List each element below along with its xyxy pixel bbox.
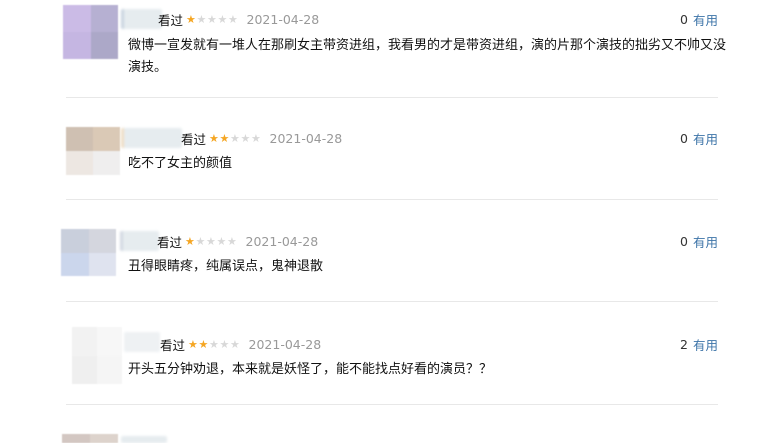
username[interactable] [121,128,182,148]
star-icon: ★ [230,131,240,145]
star-icon: ★ [228,12,238,26]
star-icon: ★ [206,234,216,248]
watch-status: 看过 [157,234,183,250]
star-icon: ★ [217,12,228,26]
star-icon: ★ [251,131,261,145]
comment-item: 看过 ★ ★ ★ ★ ★ 2021-04-28 0 有用 微博一宣发就有一堆人在那刷女主… [0,0,760,97]
rating-stars: ★ ★ ★ ★ ★ [185,236,238,247]
useful-button[interactable]: 有用 [693,335,718,354]
star-icon: ★ [209,337,219,351]
star-icon: ★ [195,234,206,248]
useful-button[interactable]: 有用 [693,232,718,251]
avatar[interactable] [61,229,116,276]
watch-status: 看过 [160,337,186,353]
vote-block: 0 有用 [680,9,718,29]
vote-block: 0 有用 [680,231,718,251]
comment-meta: 看过 ★ ★ ★ ★ ★ 2021-04-28 [158,9,319,29]
comment-item: 看过 ★ ★ ★ ★ ★ 2021-04-28 2 有用 开头五分钟劝退，本来就是妖怪了… [0,302,760,403]
star-icon: ★ [227,234,237,248]
comment-text: 开头五分钟劝退，本来就是妖怪了，能不能找点好看的演员？？ [128,362,493,377]
comment-text: 丑得眼睛疼，纯属误点，鬼神退散 [128,259,324,274]
vote-count: 0 [680,11,688,27]
comment-meta: 看过 ★ ★ ★ ★ ★ 2021-04-28 [160,334,321,354]
comment-text: 吃不了女主的颜值 [128,156,233,171]
comment-meta: 看过 ★ ★ ★ ★ ★ 2021-04-28 [157,231,318,251]
star-icon: ★ [219,337,230,351]
star-icon: ★ [230,337,240,351]
watch-status: 看过 [158,12,184,28]
avatar[interactable] [66,127,120,175]
useful-button[interactable]: 有用 [693,129,718,148]
comment-item: 看过 ★ ★ ★ ★ ★ 2021-04-28 0 有用 吃不了女主的颜值 [0,98,760,198]
comment-date: 2021-04-28 [269,130,343,146]
comment-date: 2021-04-28 [248,336,322,352]
star-icon: ★ [207,12,217,26]
avatar[interactable] [62,434,118,443]
star-icon: ★ [196,12,207,26]
vote-count: 0 [680,130,688,146]
vote-count: 2 [680,336,688,352]
comment-item: 看过 ★ ★ ★ ★ ★ 2021-04-28 0 有用 丑得眼睛疼，纯属误点，鬼神退散 [0,200,760,300]
star-icon: ★ [186,12,196,26]
avatar[interactable] [72,327,122,384]
username[interactable] [120,231,159,251]
comment-item-partial [0,405,760,443]
username[interactable] [124,332,160,352]
star-icon: ★ [188,337,198,351]
vote-count: 0 [680,233,688,249]
comment-date: 2021-04-28 [245,233,319,249]
vote-block: 2 有用 [680,334,718,354]
star-icon: ★ [198,337,209,351]
star-icon: ★ [240,131,251,145]
comment-date: 2021-04-28 [246,11,320,27]
comment-text: 微博一宣发就有一堆人在那刷女主带资进组，我看男的才是带资进组，演的片那个演技的拙… [128,38,727,75]
rating-stars: ★ ★ ★ ★ ★ [188,339,241,350]
rating-stars: ★ ★ ★ ★ ★ [209,133,262,144]
star-icon: ★ [216,234,227,248]
avatar[interactable] [63,5,118,59]
watch-status: 看过 [181,131,207,147]
star-icon: ★ [185,234,195,248]
rating-stars: ★ ★ ★ ★ ★ [186,14,239,25]
comment-list: 看过 ★ ★ ★ ★ ★ 2021-04-28 0 有用 微博一宣发就有一堆人在那刷女主… [0,0,760,443]
star-icon: ★ [209,131,219,145]
comment-meta: 看过 ★ ★ ★ ★ ★ 2021-04-28 [181,128,342,148]
useful-button[interactable]: 有用 [693,10,718,29]
vote-block: 0 有用 [680,128,718,148]
username[interactable] [121,436,167,443]
star-icon: ★ [219,131,230,145]
username[interactable] [121,9,162,29]
